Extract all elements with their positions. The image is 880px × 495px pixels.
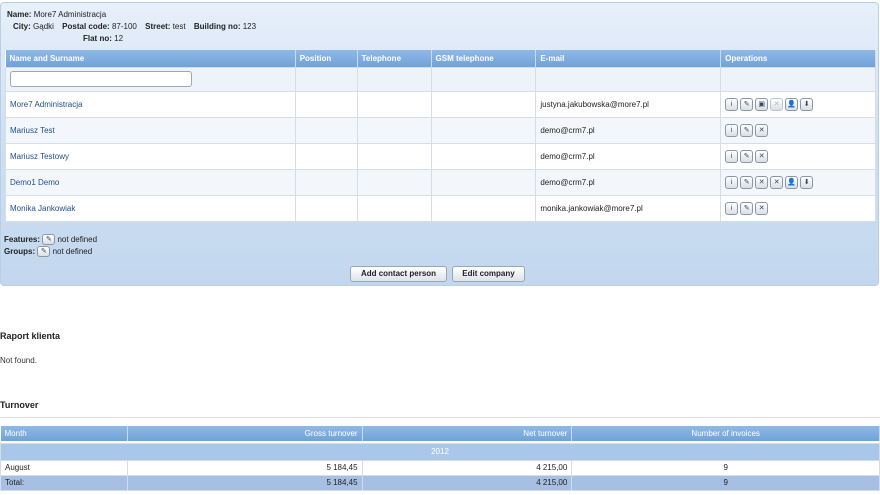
column-email[interactable]: E-mail [535,50,722,67]
edit-icon[interactable]: ✎ [740,201,754,215]
edit-icon[interactable]: ✎ [740,123,754,137]
column-month: Month [0,426,128,441]
divider [0,417,880,418]
edit-company-button[interactable]: Edit company [452,266,525,282]
user-icon[interactable]: 👤 [785,175,799,189]
delete-icon[interactable]: ✕ [755,149,769,163]
filter-row [5,66,876,92]
edit-icon[interactable]: ✎ [740,175,754,189]
download-icon[interactable]: ⬇ [800,97,814,111]
table-row: Mariusz Testowy demo@crm7.pl i ✎ ✕ [5,142,876,170]
column-operations: Operations [720,50,876,67]
delete-icon[interactable]: ✕ [755,201,769,215]
company-postal: 87-100 [111,22,137,31]
info-icon[interactable]: i [725,97,739,111]
company-panel: Name: More7 Administracja City: Gądki Po… [0,2,879,286]
contacts-header-row: Name and Surname Position Telephone GSM … [5,50,876,67]
table-row: Monika Jankowiak monika.jankowiak@more7.p… [5,194,876,222]
contacts-table: Name and Surname Position Telephone GSM … [5,50,876,222]
row-operations: i ✎ ✕ [725,123,871,137]
download-icon[interactable]: ⬇ [800,175,814,189]
contact-name-link[interactable]: Mariusz Testowy [10,152,69,161]
contact-email: demo@crm7.pl [540,177,595,187]
contact-name-link[interactable]: More7 Administracja [10,100,82,109]
contact-email: monika.jankowiak@more7.pl [540,203,643,213]
company-building: 123 [242,22,257,31]
delete-icon[interactable]: ✕ [755,123,769,137]
net-cell: 4 215,00 [361,459,573,476]
features-block: Features: ✎ not defined Groups: ✎ not de… [4,234,98,258]
column-gsm[interactable]: GSM telephone [431,50,537,67]
column-telephone[interactable]: Telephone [357,50,432,67]
column-position[interactable]: Position [295,50,358,67]
row-operations: i ✎ ✕ [725,201,871,215]
contact-email: demo@crm7.pl [540,125,595,135]
user-icon[interactable]: 👤 [785,97,799,111]
table-row: Mariusz Test demo@crm7.pl i ✎ ✕ [5,116,876,144]
total-row: Total: 5 184,45 4 215,00 9 [0,474,880,491]
add-contact-person-button[interactable]: Add contact person [350,266,447,282]
company-info: Name: More7 Administracja City: Gądki Po… [7,10,257,43]
company-street: test [172,22,186,31]
info-icon[interactable]: i [725,123,739,137]
company-city: Gądki [33,22,54,31]
column-invoices: Number of invoices [571,426,880,441]
turnover-title: Turnover [0,400,39,410]
contact-email: demo@crm7.pl [540,151,595,161]
info-icon[interactable]: i [725,175,739,189]
delete-disabled-icon: ✕ [770,97,784,111]
delete-icon[interactable]: ✕ [770,175,784,189]
turnover-header-row: Month Gross turnover Net turnover Number… [0,426,880,441]
row-operations: i ✎ ✕ [725,149,871,163]
month-cell: August [0,459,128,476]
contact-name-link[interactable]: Mariusz Test [10,126,55,135]
edit-icon[interactable]: ✎ [740,149,754,163]
row-operations: i ✎ ▣ ✕ 👤 ⬇ [725,97,871,111]
edit-groups-icon[interactable]: ✎ [37,246,51,258]
group-icon[interactable]: ▣ [755,97,769,111]
table-row: Demo1 Demo demo@crm7.pl i ✎ ✕ ✕ 👤 ⬇ [5,168,876,196]
turnover-table: Month Gross turnover Net turnover Number… [0,426,880,491]
row-operations: i ✎ ✕ ✕ 👤 ⬇ [725,175,871,189]
table-row: August 5 184,45 4 215,00 9 [0,459,880,476]
info-icon[interactable]: i [725,201,739,215]
gross-cell: 5 184,45 [126,459,363,476]
year-group-row[interactable]: 2012 [0,442,880,461]
name-filter-input[interactable] [10,71,192,87]
info-icon[interactable]: i [725,149,739,163]
company-flat: 12 [114,34,124,43]
column-name[interactable]: Name and Surname [5,50,296,67]
company-name: More7 Administracja [33,10,107,19]
report-title: Raport klienta [0,331,61,341]
table-row: More7 Administracja justyna.jakubowska@mo… [5,90,876,118]
report-empty-message: Not found. [0,356,37,365]
delete-icon[interactable]: ✕ [755,175,769,189]
contact-email: justyna.jakubowska@more7.pl [540,99,649,109]
edit-icon[interactable]: ✎ [740,97,754,111]
contact-name-link[interactable]: Demo1 Demo [10,178,59,187]
contact-name-link[interactable]: Monika Jankowiak [10,204,75,213]
edit-features-icon[interactable]: ✎ [42,234,56,246]
column-net: Net turnover [362,426,573,441]
invoices-cell: 9 [571,459,880,476]
column-gross: Gross turnover [127,426,363,441]
